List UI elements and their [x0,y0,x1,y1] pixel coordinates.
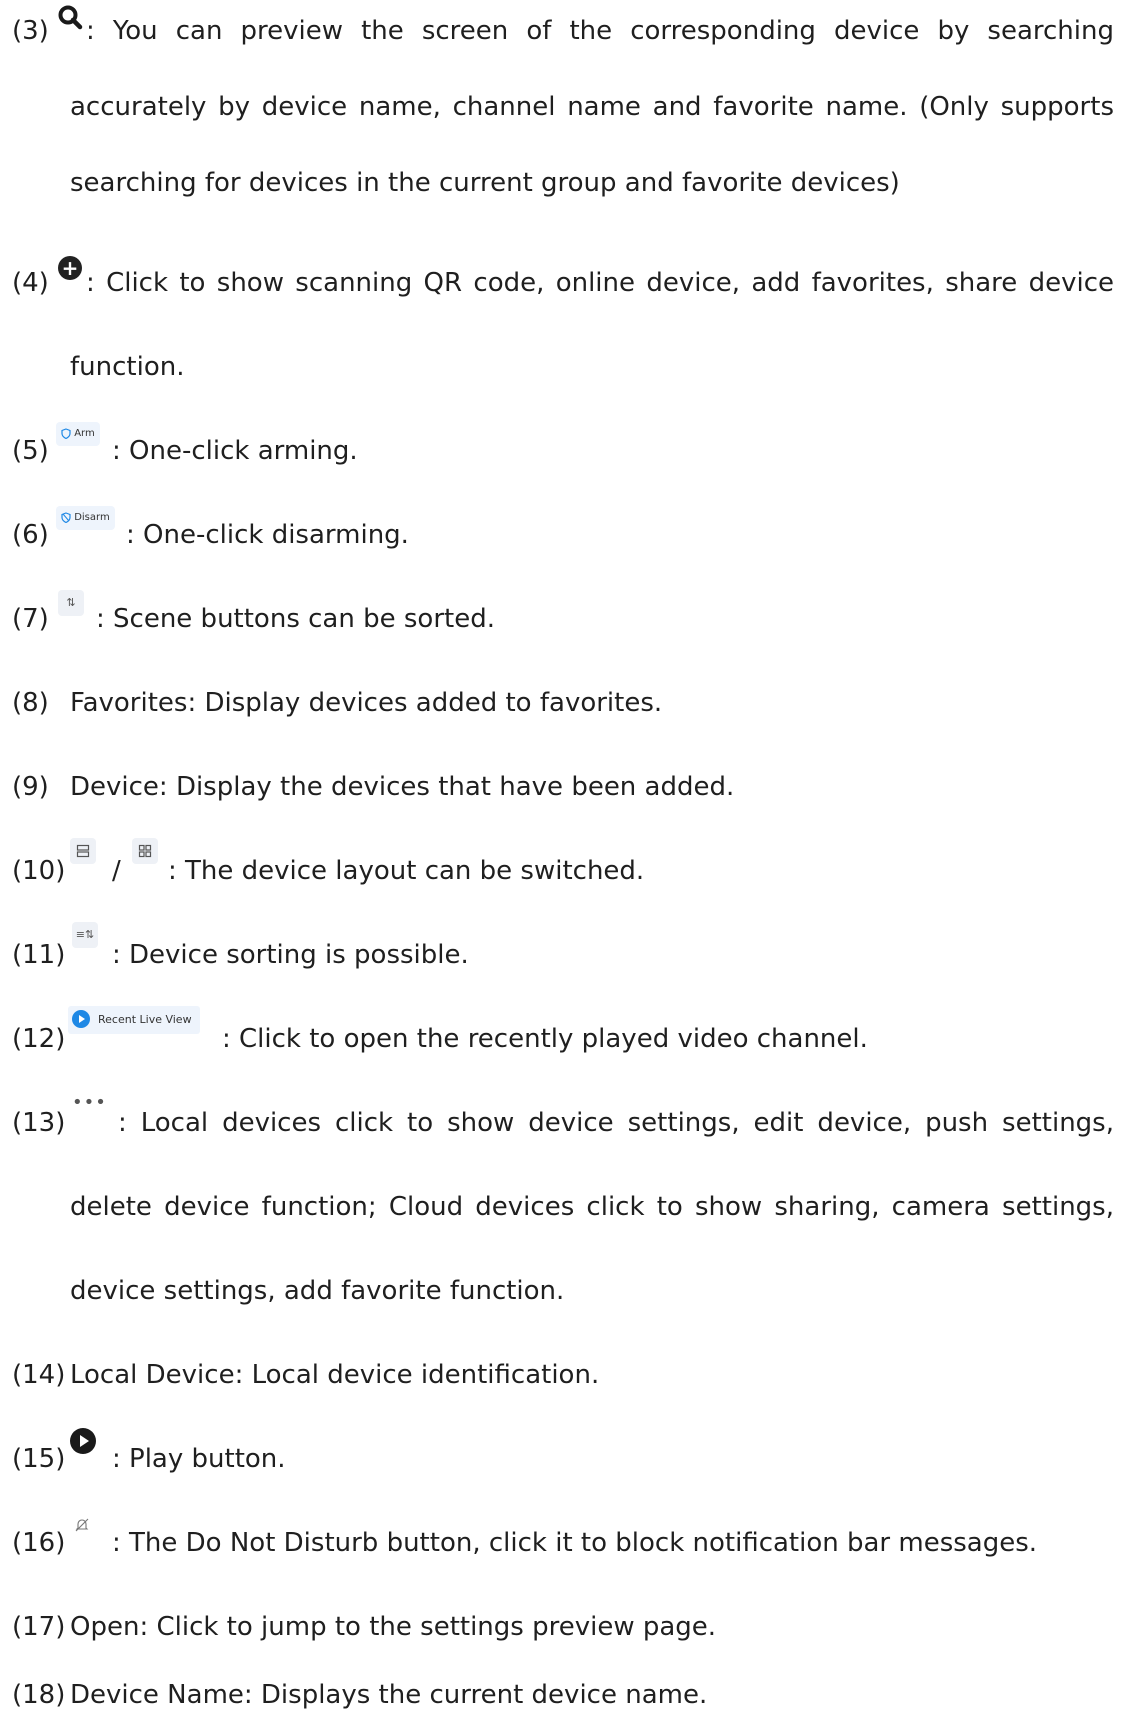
sort-arrows-icon: ⇅ [58,590,84,616]
item-text-line: device settings, add favorite function. [70,1276,565,1306]
item-text-line: accurately by device name, channel name … [70,92,1114,122]
do-not-disturb-bell-icon [74,1508,90,1542]
item-text-line: : Play button. [112,1444,286,1474]
item-text-line: Device: Display the devices that have be… [70,772,735,802]
item-number: (16) [12,1528,66,1558]
arm-label: Arm [74,428,95,439]
arm-shield-icon: Arm [56,422,100,446]
item-number: (4) [12,268,49,298]
sort-list-icon: ≡⇅ [72,922,98,948]
disarm-label: Disarm [74,512,110,523]
item-number: (5) [12,436,49,466]
item-number: (15) [12,1444,66,1474]
item-text-line: : One-click disarming. [126,520,409,550]
item-text-line: Local Device: Local device identificatio… [70,1360,600,1390]
recent-live-view-label: Recent Live View [98,1013,192,1026]
play-dot-icon [72,1010,90,1028]
recent-live-view-icon: Recent Live View [68,1006,200,1034]
item-number: (13) [12,1108,66,1138]
layout-separator: / [112,856,121,886]
item-text-line: : The Do Not Disturb button, click it to… [112,1528,1038,1558]
item-number: (18) [12,1680,66,1710]
item-text-line: : Local devices click to show device set… [118,1108,1114,1138]
item-number: (11) [12,940,66,970]
item-text-line: : One-click arming. [112,436,358,466]
add-circle-icon: + [58,256,82,280]
item-number: (14) [12,1360,66,1390]
item-number: (9) [12,772,49,802]
more-dots-icon: ••• [72,1092,107,1113]
item-text-line: : Scene buttons can be sorted. [96,604,495,634]
item-text-line: Device Name: Displays the current device… [70,1680,708,1710]
item-number: (8) [12,688,49,718]
item-text-line: function. [70,352,185,382]
item-text-line: : Click to show scanning QR code, online… [86,268,1114,298]
item-text-line: : Click to open the recently played vide… [222,1024,868,1054]
item-number: (6) [12,520,49,550]
item-number: (3) [12,16,49,46]
item-text-line: Favorites: Display devices added to favo… [70,688,663,718]
item-number: (17) [12,1612,66,1642]
item-text-line: searching for devices in the current gro… [70,168,900,198]
item-text-line: Open: Click to jump to the settings prev… [70,1612,717,1642]
disarm-shield-icon: Disarm [56,506,115,530]
item-text-line: : Device sorting is possible. [112,940,469,970]
grid-layout-icon [132,838,158,864]
item-number: (7) [12,604,49,634]
search-icon [57,4,83,30]
item-text-line: : The device layout can be switched. [168,856,645,886]
item-number: (12) [12,1024,66,1054]
item-number: (10) [12,856,66,886]
play-icon [70,1428,96,1454]
item-text-line: : You can preview the screen of the corr… [86,16,1114,46]
item-text-line: delete device function; Cloud devices cl… [70,1192,1114,1222]
list-layout-icon [70,838,96,864]
